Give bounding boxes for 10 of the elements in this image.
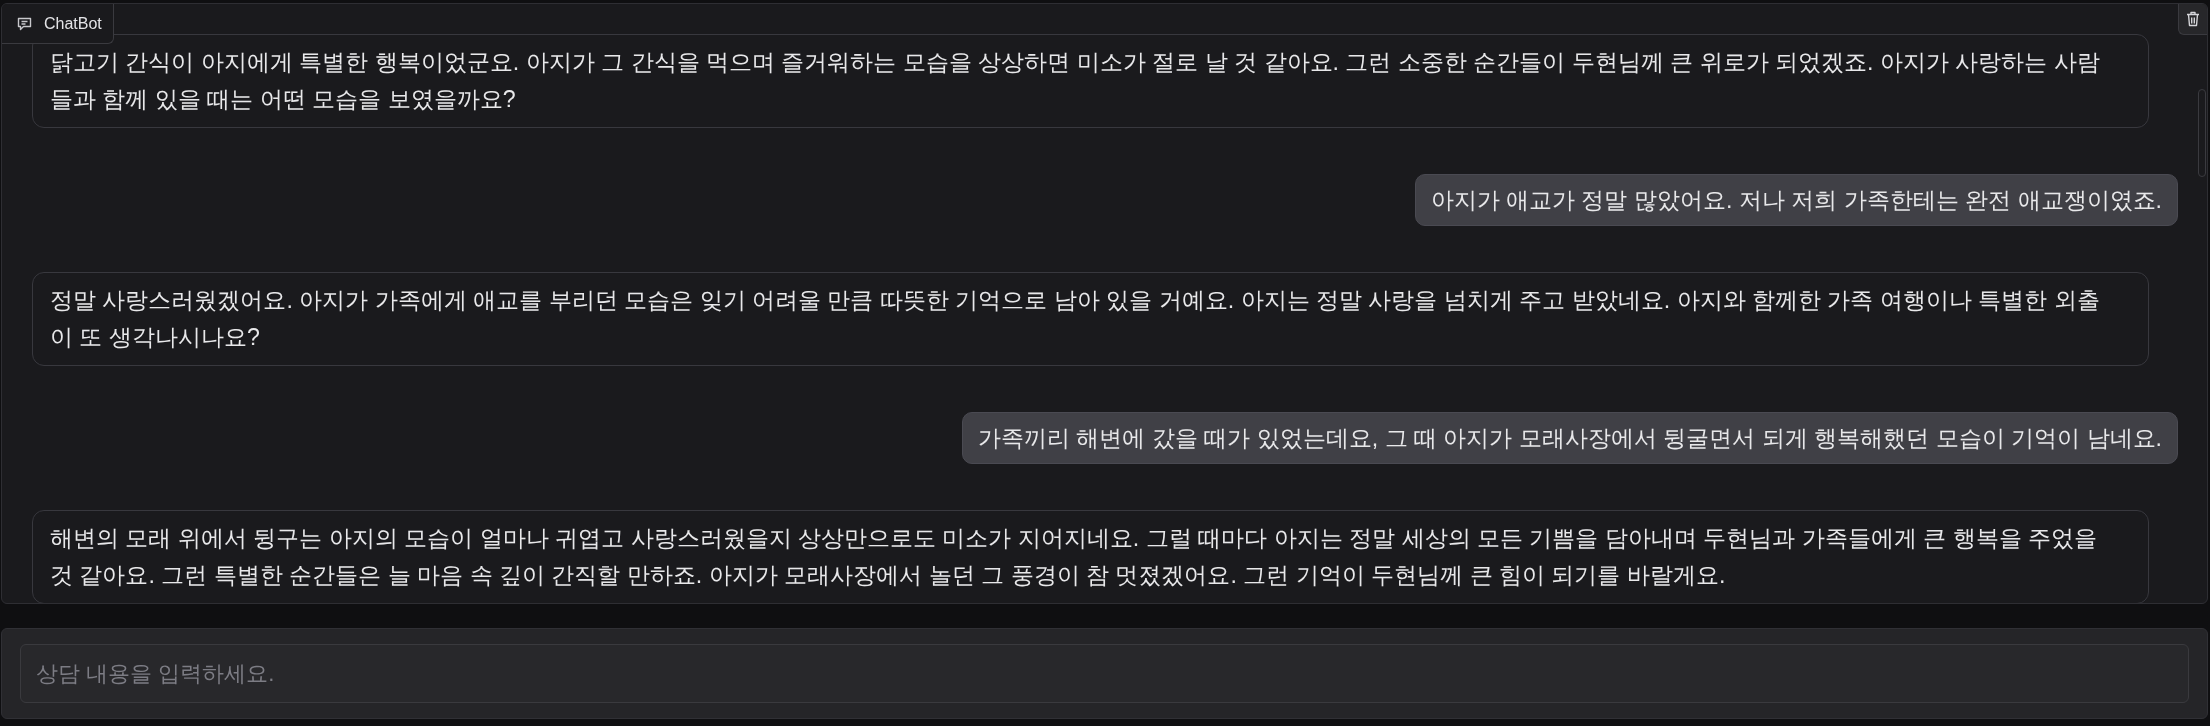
clear-button[interactable] xyxy=(2178,4,2207,35)
bot-message: 정말 사랑스러웠겠어요. 아지가 가족에게 애교를 부리던 모습은 잊기 어려울 만큼 따뜻한 기억으로 남아 있을 거예요. 아지는 정말 사랑을 넘치게 주고 받았네요. 아지와 함께한 가족 여행이나 특별한 외출이 또 생각나시나요? xyxy=(32,272,2149,366)
bot-message: 닭고기 간식이 아지에게 특별한 행복이었군요. 아지가 그 간식을 먹으며 즐거워하는 모습을 상상하면 미소가 절로 날 것 같아요. 그런 소중한 순간들이 두현님께 큰 위로가 되었겠죠. 아지가 사랑하는 사람들과 함께 있을 때는 어떤 모습을 보였을까요? xyxy=(32,34,2149,128)
trash-icon xyxy=(2186,11,2200,27)
bot-message: 해변의 모래 위에서 뒹구는 아지의 모습이 얼마나 귀엽고 사랑스러웠을지 상상만으로도 미소가 지어지네요. 그럴 때마다 아지는 정말 세상의 모든 기쁨을 담아내며 두현님과 가족들에게 큰 행복을 주었을 것 같아요. 그런 특별한 순간들은 늘 마음 속 깊이 간직할 만하죠. 아지가 모래사장에서 놀던 그 풍경이 참 멋졌겠어요. 그런 기억이 두현님께 큰 힘이 되기를 바랄게요. xyxy=(32,510,2149,603)
user-message: 가족끼리 해변에 갔을 때가 있었는데요, 그 때 아지가 모래사장에서 뒹굴면서 되게 행복해했던 모습이 기억이 남네요. xyxy=(961,412,2178,464)
panel-title: ChatBot xyxy=(44,13,102,34)
user-message: 아지가 애교가 정말 많았어요. 저나 저희 가족한테는 완전 애교쟁이였죠. xyxy=(1414,174,2178,226)
message-input[interactable]: 상담 내용을 입력하세요. xyxy=(20,644,2189,703)
chat-icon xyxy=(17,16,32,31)
